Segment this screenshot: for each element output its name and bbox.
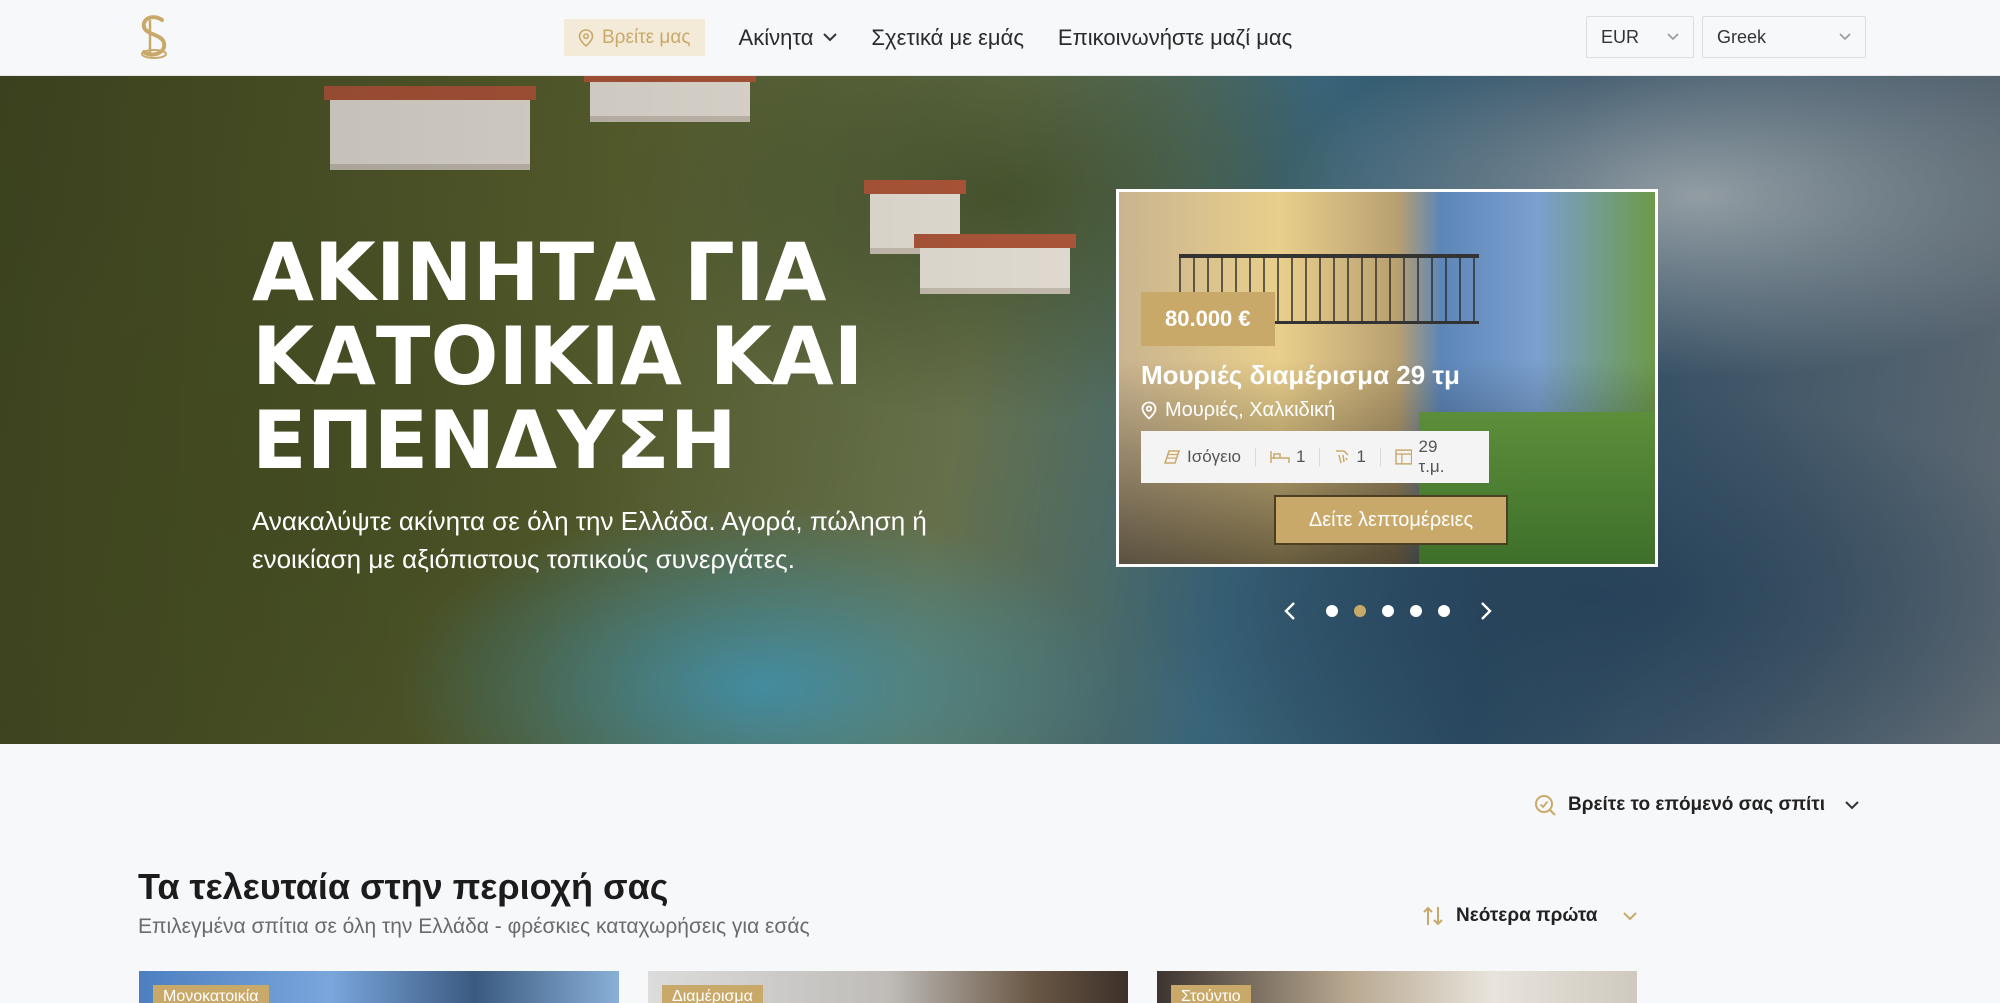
shower-icon — [1336, 450, 1349, 464]
hero-subtitle: Ανακαλύψτε ακίνητα σε όλη την Ελλάδα. Αγ… — [252, 502, 972, 578]
feature-bathrooms-value: 1 — [1356, 447, 1366, 466]
featured-property-card[interactable]: 80.000 € Μουριές διαμέρισμα 29 τμ Μουριέ… — [1116, 189, 1658, 567]
nav-properties-dropdown[interactable]: Ακίνητα — [739, 25, 838, 51]
property-type-tag: Μονοκατοικία — [153, 985, 269, 1003]
nav-find-us-label: Βρείτε μας — [602, 26, 691, 48]
hero-title-line: ΕΠΕΝΔΥΣΗ — [252, 394, 737, 487]
hero-banner: ΑΚΙΝΗΤΑ ΓΙΑ ΚΑΤΟΙΚΙΑ ΚΑΙ ΕΠΕΝΔΥΣΗ Ανακαλ… — [0, 76, 2000, 744]
area-icon — [1395, 449, 1413, 465]
carousel-dot[interactable] — [1354, 605, 1366, 617]
featured-features: Ισόγειο 1 1 29 τ.μ. — [1141, 431, 1489, 483]
feature-bedrooms-value: 1 — [1295, 447, 1306, 466]
property-card[interactable]: Μονοκατοικία — [139, 971, 619, 1003]
property-type-tag: Στούντιο — [1171, 985, 1251, 1003]
chevron-down-icon — [823, 33, 838, 42]
section-title: Τα τελευταία στην περιοχή σας — [138, 866, 669, 907]
main-nav: Βρείτε μας Ακίνητα Σχετικά με εμάς Επικο… — [564, 19, 1292, 56]
property-card[interactable]: Διαμέρισμα — [648, 971, 1128, 1003]
nav-about-link[interactable]: Σχετικά με εμάς — [871, 25, 1024, 51]
feature-bathrooms: 1 — [1334, 447, 1366, 467]
nav-contact-link[interactable]: Επικοινωνήστε μαζί μας — [1058, 25, 1292, 51]
hero-subtitle-line: ενοικίαση με αξιόπιστους τοπικούς συνεργ… — [252, 544, 795, 574]
bed-icon — [1270, 451, 1290, 463]
home-finder-label: Βρείτε το επόμενό σας σπίτι — [1568, 794, 1826, 815]
hero-title-line: ΚΑΤΟΙΚΙΑ ΚΑΙ — [252, 310, 864, 403]
chevron-down-icon — [1623, 911, 1638, 920]
carousel-dot[interactable] — [1438, 605, 1450, 617]
nav-find-us-button[interactable]: Βρείτε μας — [564, 19, 705, 56]
carousel-dots — [1326, 605, 1450, 617]
featured-price-badge: 80.000 € — [1141, 292, 1275, 346]
carousel-controls — [1280, 600, 1496, 622]
chevron-right-icon[interactable] — [1474, 600, 1496, 622]
language-value: Greek — [1717, 26, 1767, 47]
feature-area: 29 τ.μ. — [1395, 437, 1467, 477]
sort-label: Νεότερα πρώτα — [1456, 905, 1598, 926]
map-pin-icon — [578, 28, 594, 47]
brand-logo-icon[interactable] — [136, 14, 172, 60]
language-select[interactable]: Greek — [1702, 16, 1866, 58]
featured-title[interactable]: Μουριές διαμέρισμα 29 τμ — [1141, 360, 1460, 391]
divider — [1319, 448, 1321, 466]
map-pin-icon — [1141, 401, 1157, 420]
nav-about-label: Σχετικά με εμάς — [871, 24, 1024, 50]
feature-floor: Ισόγειο — [1163, 447, 1241, 467]
hero-title: ΑΚΙΝΗΤΑ ΓΙΑ ΚΑΤΟΙΚΙΑ ΚΑΙ ΕΠΕΝΔΥΣΗ — [252, 231, 1012, 483]
hero-title-line: ΑΚΙΝΗΤΑ ΓΙΑ — [252, 226, 827, 319]
hero-subtitle-line: Ανακαλύψτε ακίνητα σε όλη την Ελλάδα. Αγ… — [252, 506, 927, 536]
property-card[interactable]: Στούντιο — [1157, 971, 1637, 1003]
chevron-down-icon — [1845, 800, 1859, 809]
nav-properties-label: Ακίνητα — [738, 24, 814, 50]
property-type-tag: Διαμέρισμα — [662, 985, 763, 1003]
carousel-dot[interactable] — [1326, 605, 1338, 617]
divider — [1379, 448, 1381, 466]
chevron-left-icon[interactable] — [1280, 600, 1302, 622]
nav-contact-label: Επικοινωνήστε μαζί μας — [1057, 24, 1293, 50]
section-subtitle: Επιλεγμένα σπίτια σε όλη την Ελλάδα - φρ… — [138, 915, 810, 938]
currency-select[interactable]: EUR — [1586, 16, 1694, 58]
floor-icon — [1163, 450, 1181, 464]
search-icon — [1535, 795, 1556, 816]
site-header: Βρείτε μας Ακίνητα Σχετικά με εμάς Επικο… — [0, 0, 2000, 76]
divider — [1254, 448, 1256, 466]
feature-floor-value: Ισόγειο — [1187, 447, 1241, 466]
carousel-dot[interactable] — [1410, 605, 1422, 617]
chevron-down-icon — [1667, 33, 1679, 41]
sort-arrows-icon — [1423, 906, 1443, 926]
view-details-button[interactable]: Δείτε λεπτομέρειες — [1274, 495, 1508, 545]
carousel-dot[interactable] — [1382, 605, 1394, 617]
sort-dropdown[interactable]: Νεότερα πρώτα — [1422, 905, 1638, 927]
feature-bedrooms: 1 — [1270, 447, 1305, 467]
currency-value: EUR — [1601, 26, 1640, 47]
feature-area-value: 29 τ.μ. — [1418, 437, 1445, 476]
chevron-down-icon — [1839, 33, 1851, 41]
featured-location: Μουριές, Χαλκιδική — [1141, 399, 1335, 422]
home-finder-toggle[interactable]: Βρείτε το επόμενό σας σπίτι — [1534, 794, 1859, 816]
featured-location-text: Μουριές, Χαλκιδική — [1165, 399, 1336, 421]
